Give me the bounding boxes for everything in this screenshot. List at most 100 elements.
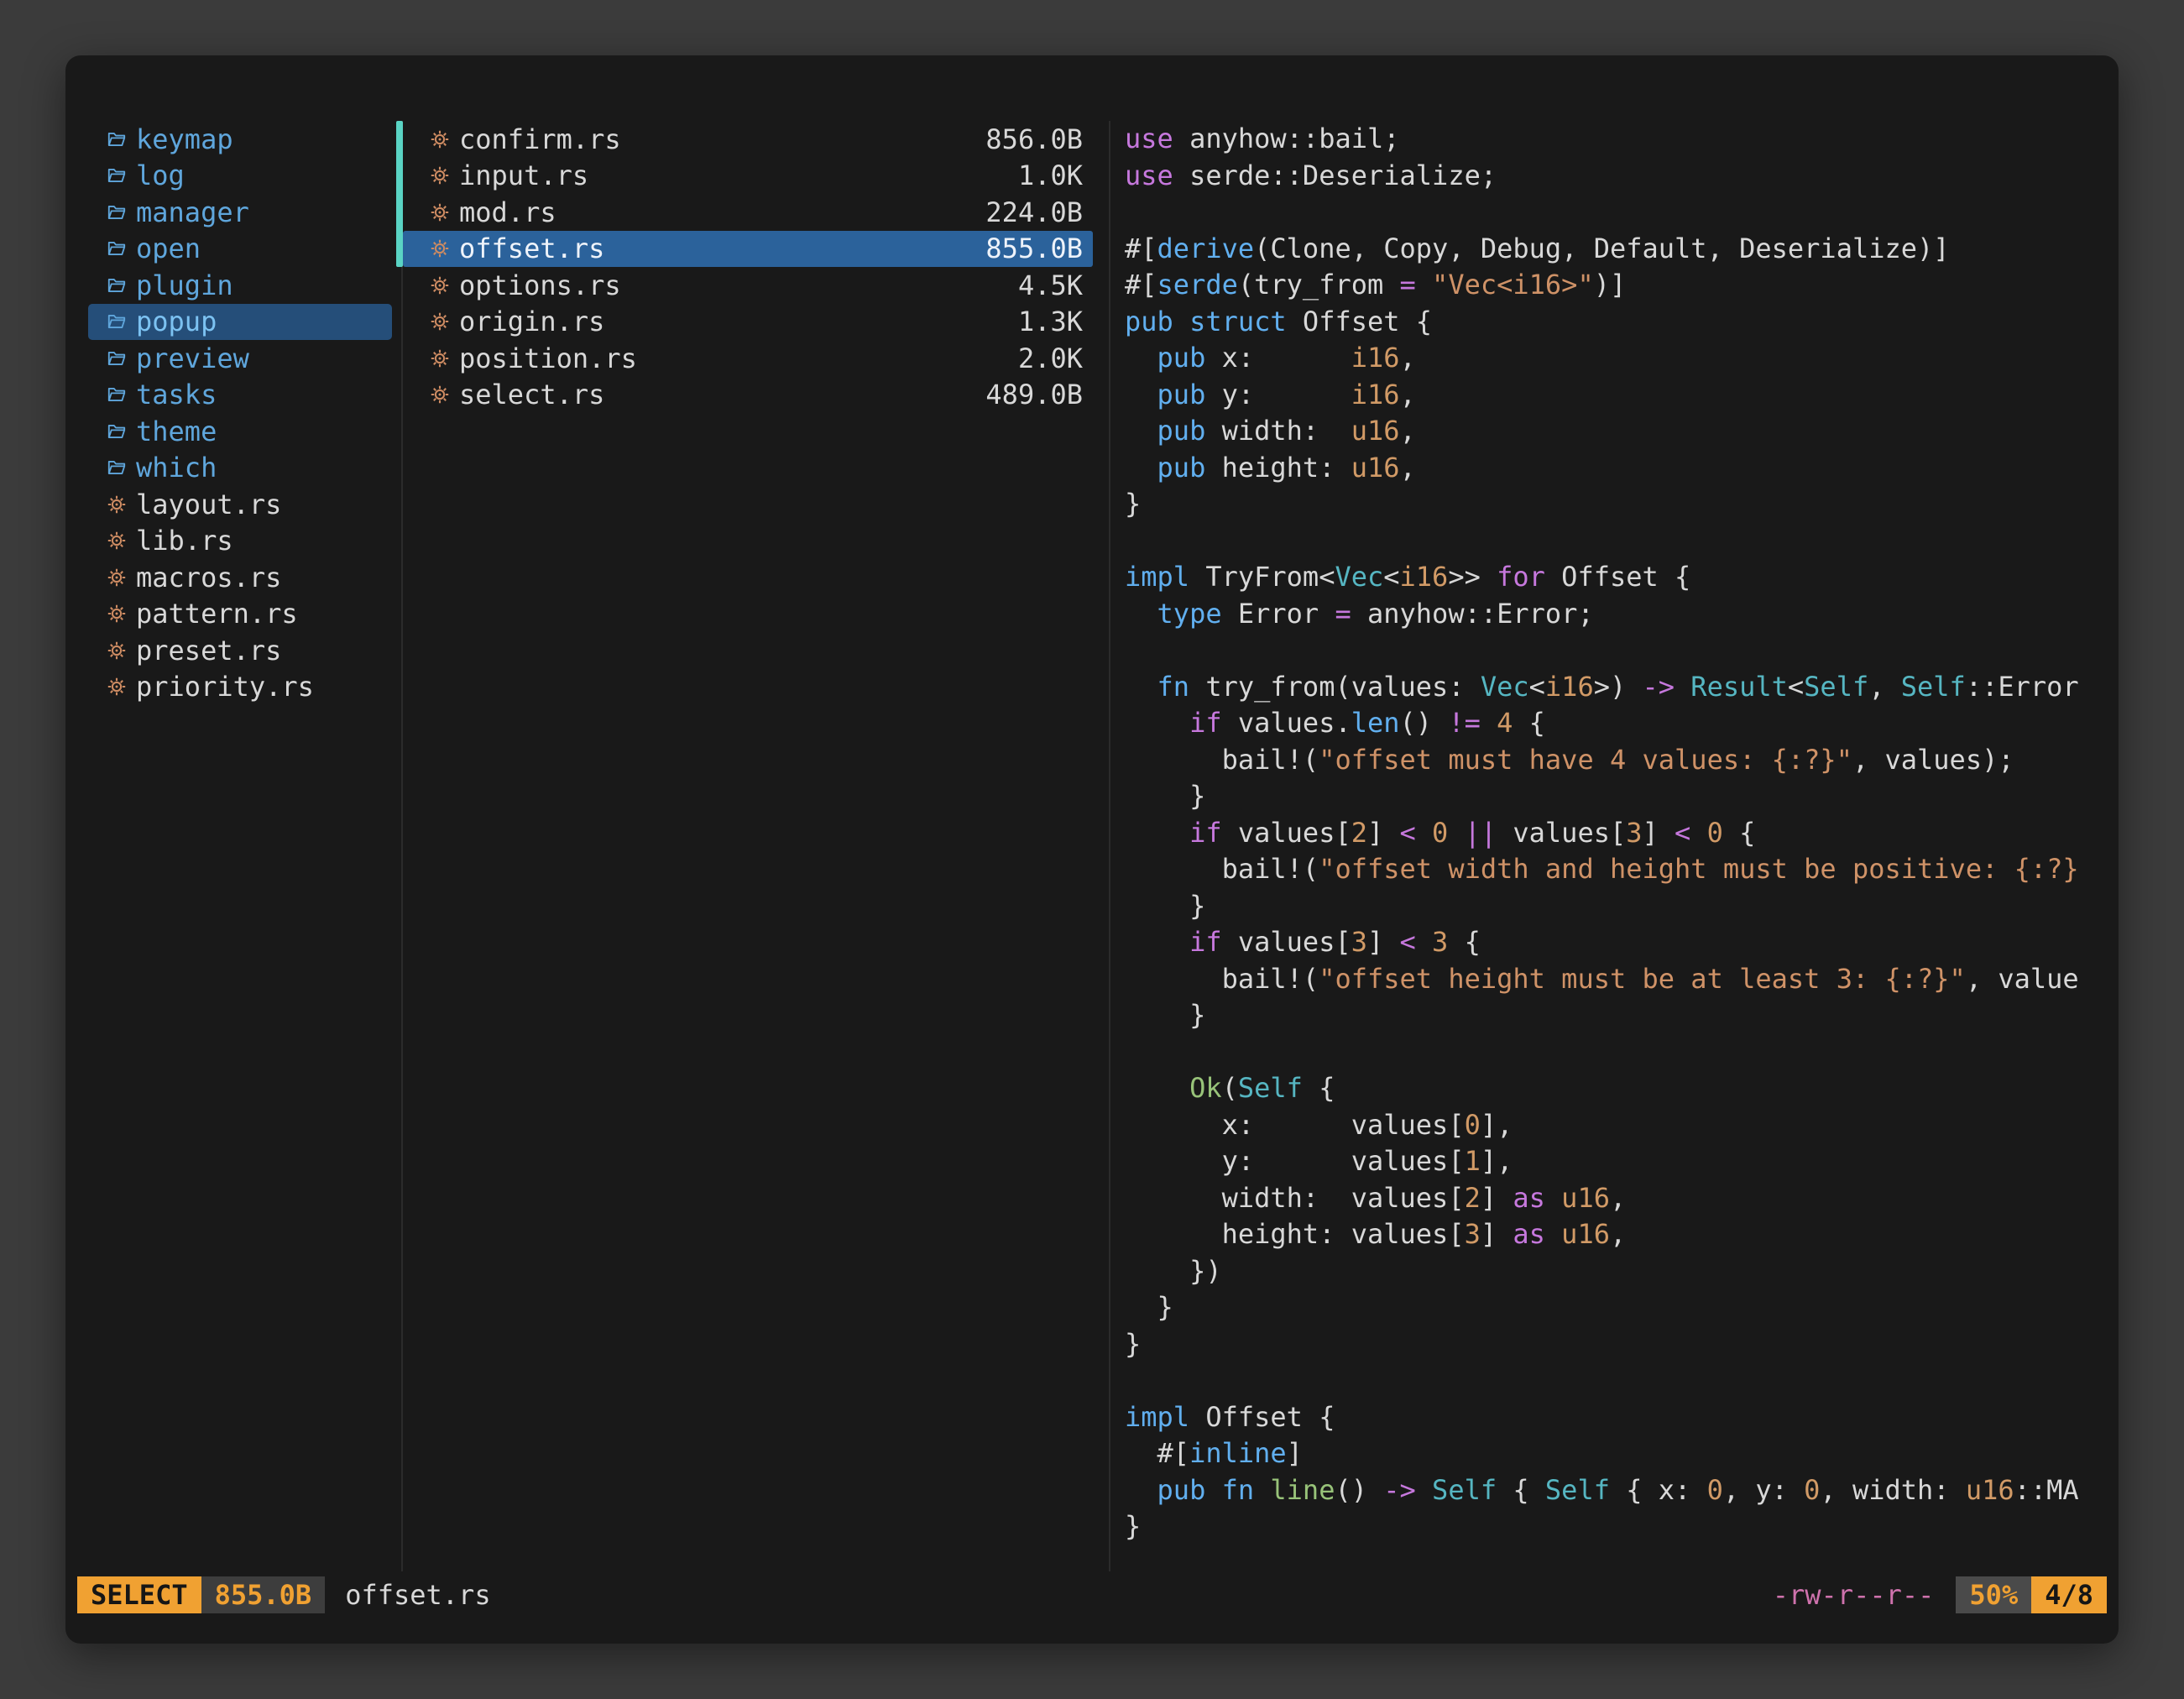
- rust-file-icon: [428, 201, 451, 223]
- code-line: y: values[1],: [1125, 1143, 2108, 1180]
- code-line: [1125, 194, 2108, 231]
- code-line: #[serde(try_from = "Vec<i16>")]: [1125, 267, 2108, 304]
- sidebar-item-log[interactable]: log: [88, 158, 392, 195]
- sidebar-item-tasks[interactable]: tasks: [88, 377, 392, 414]
- file-row-input-rs[interactable]: input.rs1.0K: [403, 158, 1093, 195]
- entry-size: 1.0K: [1018, 159, 1083, 191]
- sidebar-item-which[interactable]: which: [88, 450, 392, 487]
- code-line: type Error = anyhow::Error;: [1125, 596, 2108, 633]
- code-line: [1125, 632, 2108, 669]
- sidebar-item-manager[interactable]: manager: [88, 194, 392, 231]
- entry-name: priority.rs: [136, 671, 314, 703]
- code-line: use serde::Deserialize;: [1125, 158, 2108, 195]
- file-row-mod-rs[interactable]: mod.rs224.0B: [403, 194, 1093, 231]
- sidebar-item-open[interactable]: open: [88, 231, 392, 268]
- rust-file-icon: [105, 603, 128, 625]
- entry-name: lib.rs: [136, 525, 233, 557]
- sidebar-item-plugin[interactable]: plugin: [88, 267, 392, 304]
- rust-file-icon: [428, 128, 451, 150]
- code-line: [1125, 1362, 2108, 1399]
- rust-file-icon: [428, 347, 451, 369]
- entry-name: log: [136, 159, 185, 191]
- code-line: }: [1125, 888, 2108, 925]
- sidebar-item-preset-rs[interactable]: preset.rs: [88, 632, 392, 669]
- file-row-options-rs[interactable]: options.rs 4.5K: [403, 267, 1093, 304]
- sidebar-item-keymap[interactable]: keymap: [88, 121, 392, 158]
- sidebar-item-layout-rs[interactable]: layout.rs: [88, 486, 392, 523]
- entry-size: 224.0B: [985, 196, 1083, 228]
- visual-select-marker: [396, 121, 403, 267]
- pane-divider-right: [1109, 121, 1110, 1571]
- rust-file-icon: [428, 384, 451, 406]
- code-line: pub fn line() -> Self { Self { x: 0, y: …: [1125, 1472, 2108, 1509]
- current-directory-pane: confirm.rs856.0Binput.rs1.0Kmod.rs224.0B…: [403, 121, 1093, 413]
- sidebar-item-preview[interactable]: preview: [88, 340, 392, 377]
- folder-icon: [105, 420, 128, 442]
- code-line: pub height: u16,: [1125, 450, 2108, 487]
- sidebar-item-macros-rs[interactable]: macros.rs: [88, 559, 392, 596]
- code-line: pub x: i16,: [1125, 340, 2108, 377]
- code-line: x: values[0],: [1125, 1107, 2108, 1144]
- entry-name: preview: [136, 342, 249, 374]
- scroll-percent-badge: 50%: [1956, 1576, 2031, 1613]
- folder-icon: [105, 128, 128, 150]
- code-line: }: [1125, 997, 2108, 1034]
- entry-size: 856.0B: [985, 123, 1083, 155]
- entry-name: options.rs: [459, 269, 621, 301]
- folder-icon: [105, 274, 128, 296]
- sidebar-item-popup[interactable]: popup: [88, 304, 392, 341]
- parent-directory-pane: keymaplog manager openpluginpopup preview ta…: [88, 121, 392, 705]
- rust-file-icon: [105, 566, 128, 588]
- entry-name: pattern.rs: [136, 598, 298, 630]
- entry-name: origin.rs: [459, 306, 604, 337]
- entry-name: which: [136, 452, 217, 484]
- code-line: height: values[3] as u16,: [1125, 1216, 2108, 1253]
- rust-file-icon: [105, 530, 128, 552]
- entry-name: popup: [136, 306, 217, 337]
- entry-name: manager: [136, 196, 249, 228]
- code-line: width: values[2] as u16,: [1125, 1180, 2108, 1217]
- rust-file-icon: [105, 493, 128, 515]
- mode-badge: SELECT: [77, 1576, 201, 1613]
- code-line: pub y: i16,: [1125, 377, 2108, 414]
- sidebar-item-pattern-rs[interactable]: pattern.rs: [88, 596, 392, 633]
- status-filename: offset.rs: [345, 1579, 490, 1611]
- rust-file-icon: [428, 165, 451, 187]
- entry-size: 4.5K: [1018, 269, 1083, 301]
- code-line: }: [1125, 1289, 2108, 1326]
- code-line: pub width: u16,: [1125, 413, 2108, 450]
- code-line: Ok(Self {: [1125, 1070, 2108, 1107]
- folder-icon: [105, 165, 128, 187]
- file-row-select-rs[interactable]: select.rs 489.0B: [403, 377, 1093, 414]
- file-row-offset-rs[interactable]: offset.rs 855.0B: [403, 231, 1093, 268]
- entry-name: tasks: [136, 379, 217, 410]
- entry-size: 855.0B: [985, 233, 1083, 264]
- entry-name: offset.rs: [459, 233, 604, 264]
- sidebar-item-theme[interactable]: theme: [88, 413, 392, 450]
- sidebar-item-priority-rs[interactable]: priority.rs: [88, 669, 392, 706]
- code-line: bail!("offset must have 4 values: {:?}",…: [1125, 742, 2108, 779]
- terminal-window: keymaplog manager openpluginpopup preview ta…: [65, 55, 2119, 1644]
- folder-icon: [105, 311, 128, 333]
- code-line: pub struct Offset {: [1125, 304, 2108, 341]
- file-row-confirm-rs[interactable]: confirm.rs856.0B: [403, 121, 1093, 158]
- file-row-position-rs[interactable]: position.rs2.0K: [403, 340, 1093, 377]
- folder-icon: [105, 384, 128, 406]
- entry-name: theme: [136, 416, 217, 447]
- code-line: #[derive(Clone, Copy, Debug, Default, De…: [1125, 231, 2108, 268]
- code-line: }: [1125, 778, 2108, 815]
- code-line: impl TryFrom<Vec<i16>> for Offset {: [1125, 559, 2108, 596]
- entry-name: macros.rs: [136, 562, 281, 593]
- entry-size: 489.0B: [985, 379, 1083, 410]
- cursor-position-badge: 4/8: [2031, 1576, 2107, 1613]
- file-row-origin-rs[interactable]: origin.rs1.3K: [403, 304, 1093, 341]
- folder-icon: [105, 457, 128, 479]
- rust-file-icon: [428, 238, 451, 260]
- entry-name: select.rs: [459, 379, 604, 410]
- code-line: }: [1125, 486, 2108, 523]
- code-line: if values.len() != 4 {: [1125, 705, 2108, 742]
- sidebar-item-lib-rs[interactable]: lib.rs: [88, 523, 392, 560]
- entry-name: open: [136, 233, 201, 264]
- folder-icon: [105, 347, 128, 369]
- entry-size: 2.0K: [1018, 342, 1083, 374]
